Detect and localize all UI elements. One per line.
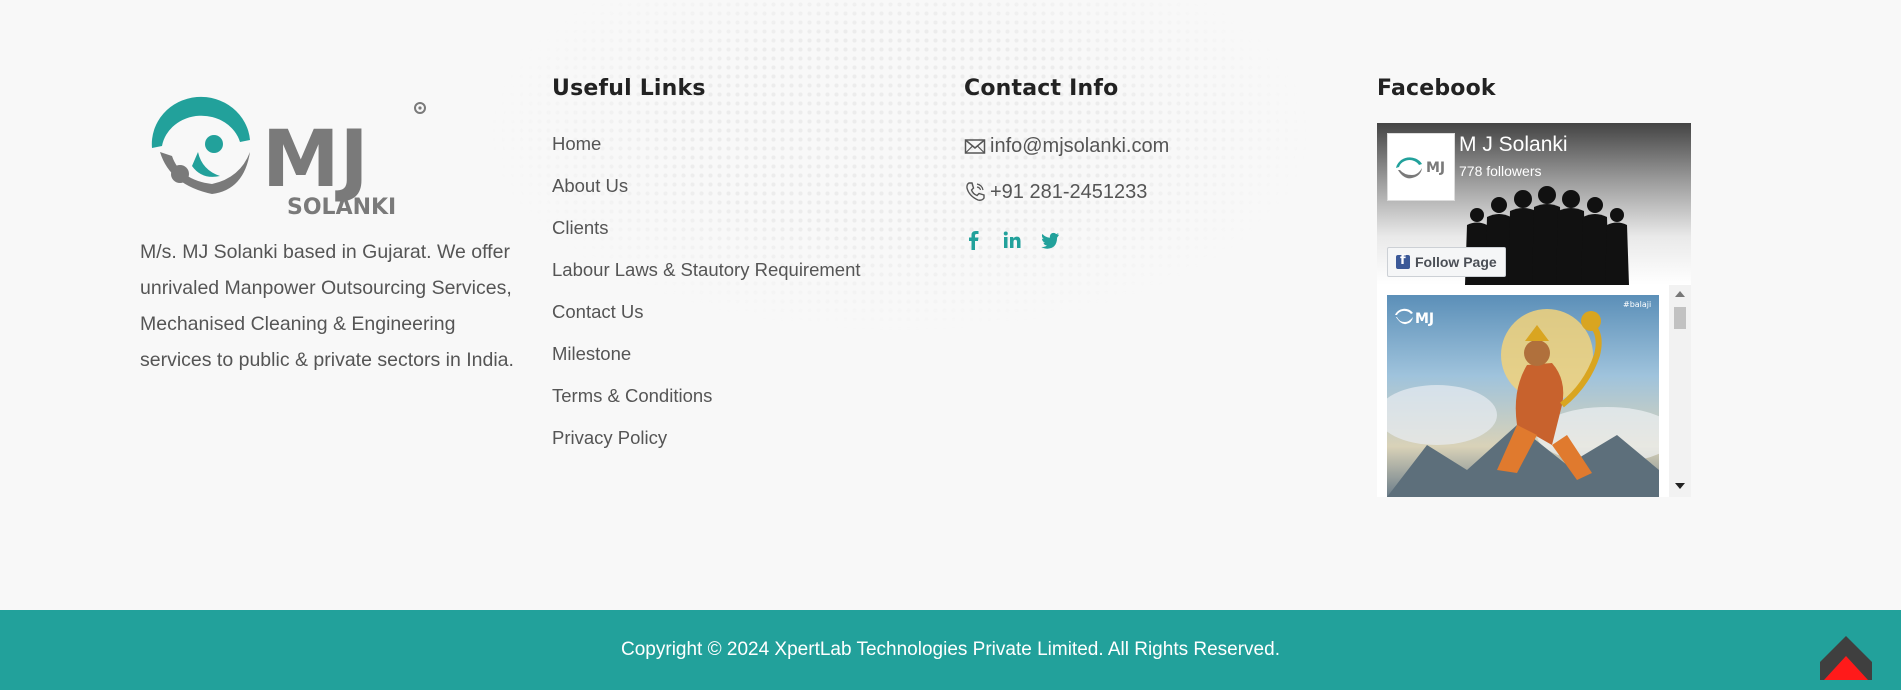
footer-main: MJ SOLANKI M/s. MJ Solanki based in Guja… xyxy=(0,0,1901,610)
link-contact-us[interactable]: Contact Us xyxy=(552,301,644,322)
email-text: info@mjsolanki.com xyxy=(990,134,1170,157)
logo-subtitle: SOLANKI xyxy=(287,195,396,220)
contact-email[interactable]: info@mjsolanki.com xyxy=(964,123,1284,169)
facebook-column: Facebook MJ M J Solanki 778 followers f … xyxy=(1377,70,1697,497)
list-item: Terms & Conditions xyxy=(552,375,872,417)
link-milestone[interactable]: Milestone xyxy=(552,343,631,364)
facebook-page-widget[interactable]: MJ M J Solanki 778 followers Follow Page xyxy=(1377,123,1691,497)
facebook-cover-image: MJ M J Solanki 778 followers Follow Page xyxy=(1377,123,1691,285)
list-item: Labour Laws & Stautory Requirement xyxy=(552,249,872,291)
contact-info-column: Contact Info info@mjsolanki.com +91 281-… xyxy=(964,70,1284,251)
envelope-icon xyxy=(964,139,986,154)
useful-links-title: Useful Links xyxy=(552,76,706,101)
svg-text:MJ: MJ xyxy=(1426,160,1445,176)
contact-info-title: Contact Info xyxy=(964,76,1119,101)
contact-phone[interactable]: +91 281-2451233 xyxy=(964,169,1284,215)
post-tag: #balaji xyxy=(1623,300,1651,309)
useful-links-column: Useful Links Home About Us Clients Labou… xyxy=(552,70,872,459)
facebook-icon[interactable] xyxy=(964,229,984,251)
link-clients[interactable]: Clients xyxy=(552,217,609,238)
list-item: Home xyxy=(552,123,872,165)
scrollbar-thumb[interactable] xyxy=(1674,307,1686,329)
list-item: Contact Us xyxy=(552,291,872,333)
follow-page-label: Follow Page xyxy=(1415,254,1497,270)
link-terms-conditions[interactable]: Terms & Conditions xyxy=(552,385,712,406)
hanuman-post-image-icon: MJ #balaji xyxy=(1387,300,1659,497)
follow-page-button[interactable]: Follow Page xyxy=(1387,247,1506,277)
copyright-text: Copyright © 2024 XpertLab Technologies P… xyxy=(621,639,1280,660)
list-item: Milestone xyxy=(552,333,872,375)
arrow-up-icon xyxy=(1820,636,1872,680)
copyright-bar: Copyright © 2024 XpertLab Technologies P… xyxy=(0,610,1901,690)
linkedin-icon[interactable] xyxy=(1002,229,1022,251)
facebook-page-avatar[interactable]: MJ xyxy=(1387,133,1455,201)
company-logo[interactable]: MJ SOLANKI xyxy=(140,90,440,220)
phone-text: +91 281-2451233 xyxy=(990,180,1148,203)
facebook-title: Facebook xyxy=(1377,76,1496,101)
svg-text:MJ: MJ xyxy=(1415,311,1434,327)
facebook-page-name[interactable]: M J Solanki xyxy=(1459,133,1568,157)
link-privacy-policy[interactable]: Privacy Policy xyxy=(552,427,667,448)
link-home[interactable]: Home xyxy=(552,133,601,154)
facebook-feed-scrollbar[interactable] xyxy=(1669,285,1691,497)
facebook-small-icon xyxy=(1396,253,1410,269)
list-item: Clients xyxy=(552,207,872,249)
scroll-down-arrow-icon[interactable] xyxy=(1675,483,1685,489)
scroll-up-arrow-icon[interactable] xyxy=(1675,291,1685,297)
list-item: About Us xyxy=(552,165,872,207)
mj-solanki-avatar-icon: MJ xyxy=(1396,157,1445,179)
mj-solanki-logo-icon: MJ SOLANKI xyxy=(151,96,426,220)
facebook-post-image[interactable]: MJ #balaji xyxy=(1387,295,1659,497)
twitter-icon[interactable] xyxy=(1040,229,1060,251)
company-description: M/s. MJ Solanki based in Gujarat. We off… xyxy=(140,241,514,371)
social-icons xyxy=(964,229,1284,251)
scroll-to-top-button[interactable] xyxy=(1820,636,1872,680)
about-column: MJ SOLANKI M/s. MJ Solanki based in Guja… xyxy=(140,70,530,378)
useful-links-list: Home About Us Clients Labour Laws & Stau… xyxy=(552,123,872,459)
list-item: Privacy Policy xyxy=(552,417,872,459)
link-about-us[interactable]: About Us xyxy=(552,175,628,196)
page: MJ SOLANKI M/s. MJ Solanki based in Guja… xyxy=(0,0,1901,692)
link-labour-laws[interactable]: Labour Laws & Stautory Requirement xyxy=(552,259,861,280)
facebook-followers: 778 followers xyxy=(1459,163,1542,179)
phone-icon xyxy=(966,182,985,201)
logo-letters: MJ xyxy=(262,115,369,205)
